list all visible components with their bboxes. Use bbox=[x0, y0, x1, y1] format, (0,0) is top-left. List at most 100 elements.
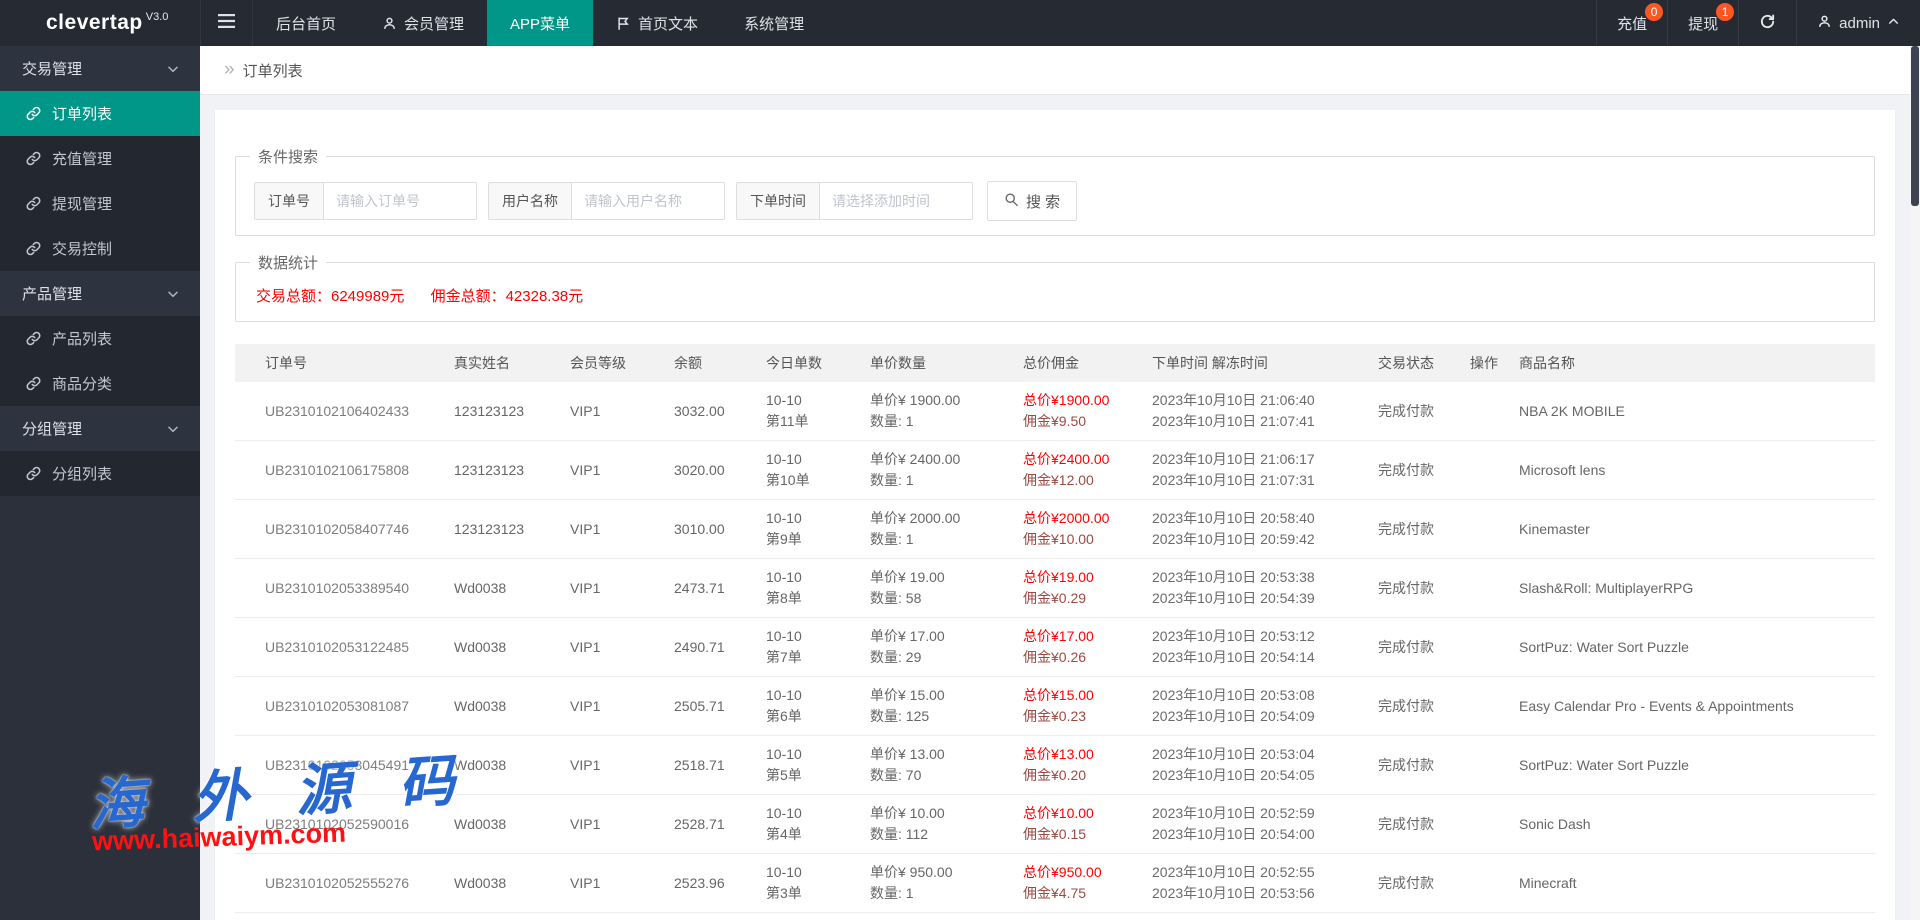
table-row: UB2310102052555276 Wd0038 VIP1 2523.96 1… bbox=[235, 854, 1875, 913]
cell-unit-price-qty: 单价¥ 19.00 数量: 58 bbox=[870, 567, 1023, 609]
header-today-orders: 今日单数 bbox=[766, 353, 870, 373]
cell-today-orders: 10-10 第6单 bbox=[766, 685, 870, 727]
cell-unit-price-qty: 单价¥ 2400.00 数量: 1 bbox=[870, 449, 1023, 491]
cell-order-no: UB2310102053081087 bbox=[235, 698, 454, 714]
breadcrumb: » 订单列表 bbox=[200, 46, 1910, 95]
cell-member-level: VIP1 bbox=[570, 521, 674, 537]
cell-unit-price-qty: 单价¥ 13.00 数量: 70 bbox=[870, 744, 1023, 786]
sidebar-toggle-button[interactable] bbox=[200, 0, 253, 46]
sidebar-item-trade-control[interactable]: 交易控制 bbox=[0, 226, 200, 271]
commission-total-text: 佣金总额：42328.38元 bbox=[431, 288, 584, 305]
sidebar-item-group-list[interactable]: 分组列表 bbox=[0, 451, 200, 496]
cell-real-name: Wd0038 bbox=[454, 639, 570, 655]
cell-trade-status: 完成付款 bbox=[1378, 637, 1470, 657]
chevron-down-icon bbox=[166, 62, 180, 76]
cell-order-no: UB2310102053389540 bbox=[235, 580, 454, 596]
cell-member-level: VIP1 bbox=[570, 757, 674, 773]
table-row: UB2310102053081087 Wd0038 VIP1 2505.71 1… bbox=[235, 677, 1875, 736]
scrollbar-thumb[interactable] bbox=[1911, 46, 1919, 206]
orders-table: 订单号 真实姓名 会员等级 余额 今日单数 单价数量 总价佣金 下单时间 解冻时… bbox=[235, 344, 1875, 920]
refresh-icon bbox=[1759, 13, 1776, 34]
header-member-level: 会员等级 bbox=[570, 353, 674, 373]
withdraw-button[interactable]: 提现 1 bbox=[1667, 0, 1738, 46]
username-input[interactable] bbox=[572, 183, 724, 219]
order-time-input[interactable] bbox=[820, 183, 972, 219]
cell-total-commission: 总价¥1900.00 佣金¥9.50 bbox=[1023, 390, 1152, 432]
cell-trade-status: 完成付款 bbox=[1378, 755, 1470, 775]
sidebar: 交易管理 订单列表 充值管理 提现管理 交易控制 产品管理 产品列表 商品分类 … bbox=[0, 46, 200, 920]
cell-unit-price-qty: 单价¥ 950.00 数量: 1 bbox=[870, 862, 1023, 904]
cell-today-orders: 10-10 第7单 bbox=[766, 626, 870, 668]
header-order-unfreeze-time: 下单时间 解冻时间 bbox=[1152, 353, 1378, 373]
recharge-button[interactable]: 充值 0 bbox=[1596, 0, 1667, 46]
cell-trade-status: 完成付款 bbox=[1378, 814, 1470, 834]
cell-trade-status: 完成付款 bbox=[1378, 578, 1470, 598]
table-row: UB2310102052590016 Wd0038 VIP1 2528.71 1… bbox=[235, 795, 1875, 854]
chevron-down-icon bbox=[166, 422, 180, 436]
table-row: UB2310102052506800 Wd0038 VIP1 2517.96 1… bbox=[235, 913, 1875, 920]
search-button[interactable]: 搜 索 bbox=[987, 181, 1077, 221]
nav-item-system[interactable]: 系统管理 bbox=[721, 0, 827, 46]
search-icon bbox=[1004, 192, 1019, 211]
sidebar-group-grouping[interactable]: 分组管理 bbox=[0, 406, 200, 451]
header-trade-status: 交易状态 bbox=[1378, 353, 1470, 373]
sidebar-item-goods-category[interactable]: 商品分类 bbox=[0, 361, 200, 406]
cell-balance: 2490.71 bbox=[674, 639, 766, 655]
main-area: » 订单列表 条件搜索 订单号 用户名称 下单时间 bbox=[200, 46, 1910, 920]
nav-item-app-menu[interactable]: APP菜单 bbox=[487, 0, 593, 46]
sidebar-item-product-list[interactable]: 产品列表 bbox=[0, 316, 200, 361]
withdraw-badge: 1 bbox=[1716, 3, 1734, 21]
admin-menu[interactable]: admin bbox=[1796, 0, 1920, 46]
nav-item-members[interactable]: 会员管理 bbox=[359, 0, 487, 46]
table-row: UB2310102053389540 Wd0038 VIP1 2473.71 1… bbox=[235, 559, 1875, 618]
cell-order-no: UB2310102052590016 bbox=[235, 816, 454, 832]
stats-fieldset: 数据统计 交易总额：6249989元 佣金总额：42328.38元 bbox=[235, 252, 1875, 322]
table-row: UB2310102106175808 123123123 VIP1 3020.0… bbox=[235, 441, 1875, 500]
nav-item-home-text[interactable]: 首页文本 bbox=[593, 0, 721, 46]
order-no-input[interactable] bbox=[324, 183, 476, 219]
order-no-label: 订单号 bbox=[255, 183, 324, 219]
cell-order-no: UB2310102052555276 bbox=[235, 875, 454, 891]
cell-member-level: VIP1 bbox=[570, 403, 674, 419]
cell-trade-status: 完成付款 bbox=[1378, 696, 1470, 716]
cell-order-unfreeze-time: 2023年10月10日 20:53:12 2023年10月10日 20:54:1… bbox=[1152, 626, 1378, 668]
top-nav-right: 充值 0 提现 1 admin bbox=[1596, 0, 1920, 46]
sidebar-item-order-list[interactable]: 订单列表 bbox=[0, 91, 200, 136]
chevron-down-icon bbox=[166, 287, 180, 301]
cell-total-commission: 总价¥950.00 佣金¥4.75 bbox=[1023, 862, 1152, 904]
header-unit-price-qty: 单价数量 bbox=[870, 353, 1023, 373]
table-row: UB2310102053045491 Wd0038 VIP1 2518.71 1… bbox=[235, 736, 1875, 795]
brand-name: clevertap bbox=[46, 11, 143, 35]
cell-product-name: Easy Calendar Pro - Events & Appointment… bbox=[1519, 698, 1875, 714]
link-icon bbox=[26, 106, 41, 121]
cell-today-orders: 10-10 第5单 bbox=[766, 744, 870, 786]
cell-total-commission: 总价¥17.00 佣金¥0.26 bbox=[1023, 626, 1152, 668]
sidebar-item-recharge-mgmt[interactable]: 充值管理 bbox=[0, 136, 200, 181]
sidebar-item-withdraw-mgmt[interactable]: 提现管理 bbox=[0, 181, 200, 226]
header-product-name: 商品名称 bbox=[1519, 353, 1875, 373]
cell-product-name: Sonic Dash bbox=[1519, 816, 1875, 832]
nav-item-home[interactable]: 后台首页 bbox=[253, 0, 359, 46]
header-real-name: 真实姓名 bbox=[454, 353, 570, 373]
cell-trade-status: 完成付款 bbox=[1378, 873, 1470, 893]
cell-trade-status: 完成付款 bbox=[1378, 519, 1470, 539]
cell-total-commission: 总价¥2000.00 佣金¥10.00 bbox=[1023, 508, 1152, 550]
cell-order-no: UB2310102106402433 bbox=[235, 403, 454, 419]
cell-today-orders: 10-10 第3单 bbox=[766, 862, 870, 904]
table-row: UB2310102053122485 Wd0038 VIP1 2490.71 1… bbox=[235, 618, 1875, 677]
brand-logo: clevertap V3.0 bbox=[0, 0, 200, 46]
username-field-group: 用户名称 bbox=[488, 182, 725, 220]
cell-balance: 3020.00 bbox=[674, 462, 766, 478]
cell-today-orders: 10-10 第10单 bbox=[766, 449, 870, 491]
table-header: 订单号 真实姓名 会员等级 余额 今日单数 单价数量 总价佣金 下单时间 解冻时… bbox=[235, 344, 1875, 382]
sidebar-group-product[interactable]: 产品管理 bbox=[0, 271, 200, 316]
cell-product-name: SortPuz: Water Sort Puzzle bbox=[1519, 639, 1875, 655]
sidebar-group-trade[interactable]: 交易管理 bbox=[0, 46, 200, 91]
vertical-scrollbar[interactable] bbox=[1910, 46, 1920, 920]
top-nav: clevertap V3.0 后台首页 会员管理 APP菜单 首页文本 系统管理… bbox=[0, 0, 1920, 46]
cell-real-name: 123123123 bbox=[454, 403, 570, 419]
cell-unit-price-qty: 单价¥ 10.00 数量: 112 bbox=[870, 803, 1023, 845]
refresh-button[interactable] bbox=[1738, 0, 1796, 46]
cell-balance: 3010.00 bbox=[674, 521, 766, 537]
recharge-badge: 0 bbox=[1645, 3, 1663, 21]
